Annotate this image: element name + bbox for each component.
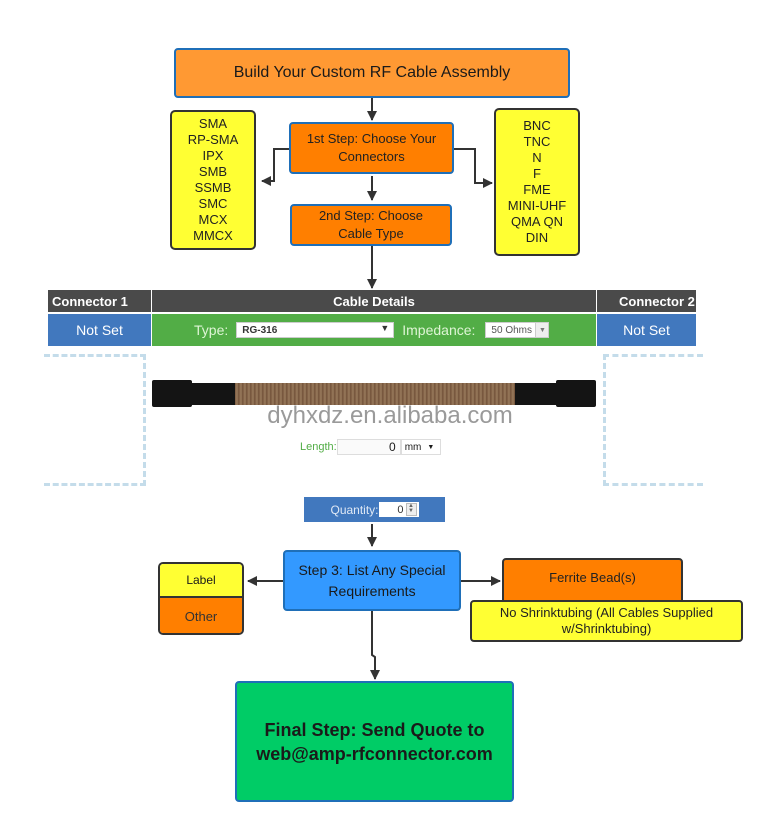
quantity-label: Quantity:	[330, 502, 379, 517]
connector-option: MINI-UHF	[507, 198, 567, 213]
connector1-header-text: Connector 1	[52, 293, 128, 309]
arrow-step3-to-final	[370, 611, 380, 680]
spinner-icon[interactable]: ▲ ▼	[405, 503, 417, 516]
connector-option: MCX	[198, 212, 228, 227]
length-unit-select[interactable]: mm ▼	[400, 439, 441, 455]
left-connector-list: SMA RP-SMA IPX SMB SSMB SMC MCX MMCX	[170, 110, 256, 250]
cable-type-select[interactable]: RG-316 ▼	[236, 322, 395, 338]
quantity-bar: Quantity: 0 ▲ ▼	[304, 497, 445, 522]
watermark: dyhxdz.en.alibaba.com	[267, 402, 513, 429]
connector-option: SMA	[198, 116, 228, 131]
connector1-value: Not Set	[76, 322, 123, 338]
connector-option: QMA QN	[510, 214, 563, 229]
step2-box: 2nd Step: Choose Cable Type	[290, 204, 452, 246]
step3-box: Step 3: List Any Special Requirements	[283, 550, 461, 611]
type-label: Type:	[194, 322, 229, 338]
right-connector-list: BNC TNC N F FME MINI-UHF QMA QN DIN	[494, 108, 580, 256]
connector-option: RP-SMA	[187, 132, 239, 147]
option-label: Label	[160, 564, 242, 598]
length-unit-value: mm	[404, 441, 422, 453]
impedance-value: 50 Ohms	[491, 324, 532, 336]
connector2-select[interactable]: Not Set	[597, 314, 696, 346]
connector-option: DIN	[525, 230, 549, 245]
cable-details-header-text: Cable Details	[333, 293, 415, 309]
chevron-down-icon: ▼	[380, 323, 390, 333]
connector2-placeholder[interactable]	[603, 354, 703, 486]
title-text: Build Your Custom RF Cable Assembly	[233, 64, 511, 81]
connector2-header-text: Connector 2	[619, 293, 695, 309]
length-input[interactable]: 0	[336, 439, 401, 455]
chevron-down-icon: ▼	[427, 443, 435, 451]
arrow-step1-to-right-list	[453, 148, 493, 188]
option-ferrite-bead: Ferrite Bead(s)	[502, 558, 683, 604]
step1-box: 1st Step: Choose Your Connectors	[289, 122, 454, 174]
arrow-step1-to-left-list	[261, 148, 290, 186]
connector2-header: Connector 2	[597, 290, 696, 312]
length-row: Length: 0 mm ▼	[300, 438, 441, 456]
option-no-shrinktubing-text: No Shrinktubing (All Cables Supplied w/S…	[499, 605, 714, 636]
title-box: Build Your Custom RF Cable Assembly	[174, 48, 570, 98]
left-options-box: Label Other	[158, 562, 244, 635]
connector1-select[interactable]: Not Set	[48, 314, 151, 346]
connector-option: IPX	[202, 148, 224, 163]
quantity-value: 0	[397, 503, 404, 516]
impedance-label: Impedance:	[402, 322, 476, 338]
impedance-select[interactable]: 50 Ohms ▼	[485, 322, 550, 338]
connector-option: SSMB	[194, 180, 232, 195]
connector-option: MMCX	[193, 228, 233, 243]
step2-label: 2nd Step: Choose Cable Type	[318, 208, 424, 241]
step3-label: Step 3: List Any Special Requirements	[298, 561, 446, 599]
length-label: Length:	[300, 441, 337, 453]
cable-details-header: Cable Details	[152, 290, 596, 312]
final-line1: Final Step: Send Quote to	[264, 719, 485, 740]
step1-label: 1st Step: Choose Your Connectors	[306, 131, 437, 164]
connector-option: F	[533, 166, 541, 181]
cable-type-value: RG-316	[242, 324, 278, 336]
quantity-input[interactable]: 0 ▲ ▼	[378, 502, 419, 517]
final-step-box: Final Step: Send Quote to web@amp-rfconn…	[235, 681, 514, 802]
connector-option: N	[532, 150, 542, 165]
final-email: web@amp-rfconnector.com	[256, 743, 493, 764]
option-no-shrinktubing: No Shrinktubing (All Cables Supplied w/S…	[470, 600, 743, 642]
connector1-placeholder[interactable]	[44, 354, 146, 486]
connector1-header: Connector 1	[48, 290, 151, 312]
cable-details-row: Type: RG-316 ▼ Impedance: 50 Ohms ▼	[152, 314, 596, 346]
connector-option: SMC	[198, 196, 228, 211]
connector-option: TNC	[523, 134, 551, 149]
connector-option: FME	[523, 182, 551, 197]
connector2-value: Not Set	[623, 322, 670, 338]
connector-option: BNC	[523, 118, 551, 133]
connector-option: SMB	[198, 164, 228, 179]
chevron-down-icon: ▼	[535, 323, 549, 337]
option-other: Other	[160, 598, 242, 633]
